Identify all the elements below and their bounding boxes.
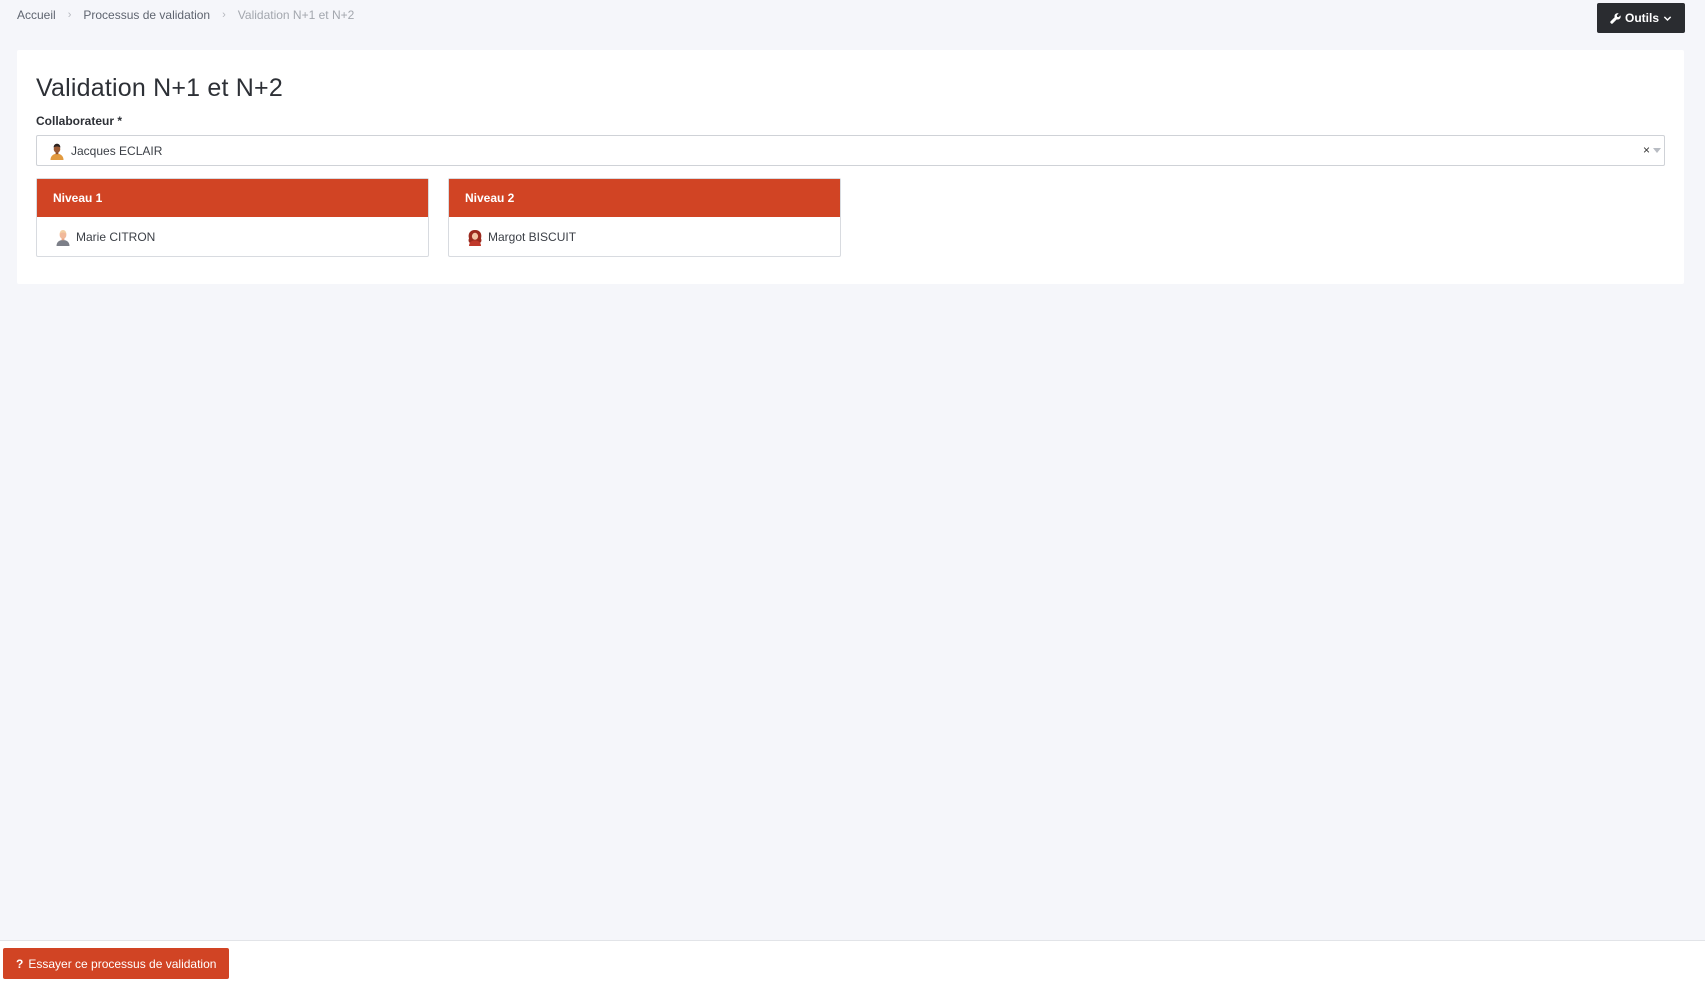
- breadcrumb-item-home[interactable]: Accueil: [17, 8, 56, 22]
- breadcrumb: Accueil › Processus de validation › Vali…: [17, 8, 354, 22]
- level-1-validator: Marie CITRON: [37, 217, 428, 256]
- level-2-panel: Niveau 2 Margot BISCUIT: [448, 178, 841, 257]
- user-avatar-icon: [48, 141, 66, 160]
- caret-down-icon[interactable]: [1653, 148, 1661, 154]
- clear-selection-button[interactable]: ×: [1643, 143, 1650, 157]
- validation-card: Validation N+1 et N+2 Collaborateur * Ja…: [17, 50, 1684, 284]
- level-1-header: Niveau 1: [37, 179, 428, 217]
- try-button-label: Essayer ce processus de validation: [28, 956, 217, 971]
- level-1-panel: Niveau 1 Marie CITRON: [36, 178, 429, 257]
- try-validation-process-button[interactable]: ? Essayer ce processus de validation: [3, 948, 230, 979]
- user-avatar-icon: [54, 227, 72, 246]
- chevron-down-icon: [1663, 15, 1672, 21]
- top-bar: Accueil › Processus de validation › Vali…: [0, 0, 1705, 40]
- level-2-header: Niveau 2: [449, 179, 840, 217]
- collaborator-select[interactable]: Jacques ECLAIR ×: [36, 135, 1665, 166]
- wrench-icon: [1610, 12, 1621, 24]
- tools-dropdown-button[interactable]: Outils: [1596, 3, 1685, 33]
- breadcrumb-item-validation-processes[interactable]: Processus de validation: [83, 8, 210, 22]
- tools-button-label: Outils: [1624, 11, 1659, 25]
- collaborator-selected-value: Jacques ECLAIR: [71, 143, 163, 158]
- collaborator-label: Collaborateur *: [36, 114, 123, 128]
- level-2-validator: Margot BISCUIT: [449, 217, 840, 256]
- breadcrumb-separator: ›: [222, 9, 226, 21]
- bottom-action-bar: ? Essayer ce processus de validation: [0, 940, 1705, 986]
- level-2-validator-name: Margot BISCUIT: [488, 229, 577, 244]
- user-avatar-icon: [466, 227, 484, 246]
- page-title: Validation N+1 et N+2: [36, 74, 283, 102]
- breadcrumb-item-current: Validation N+1 et N+2: [237, 8, 355, 22]
- level-1-validator-name: Marie CITRON: [76, 229, 156, 244]
- breadcrumb-separator: ›: [67, 9, 72, 21]
- question-mark-icon: ?: [16, 956, 24, 971]
